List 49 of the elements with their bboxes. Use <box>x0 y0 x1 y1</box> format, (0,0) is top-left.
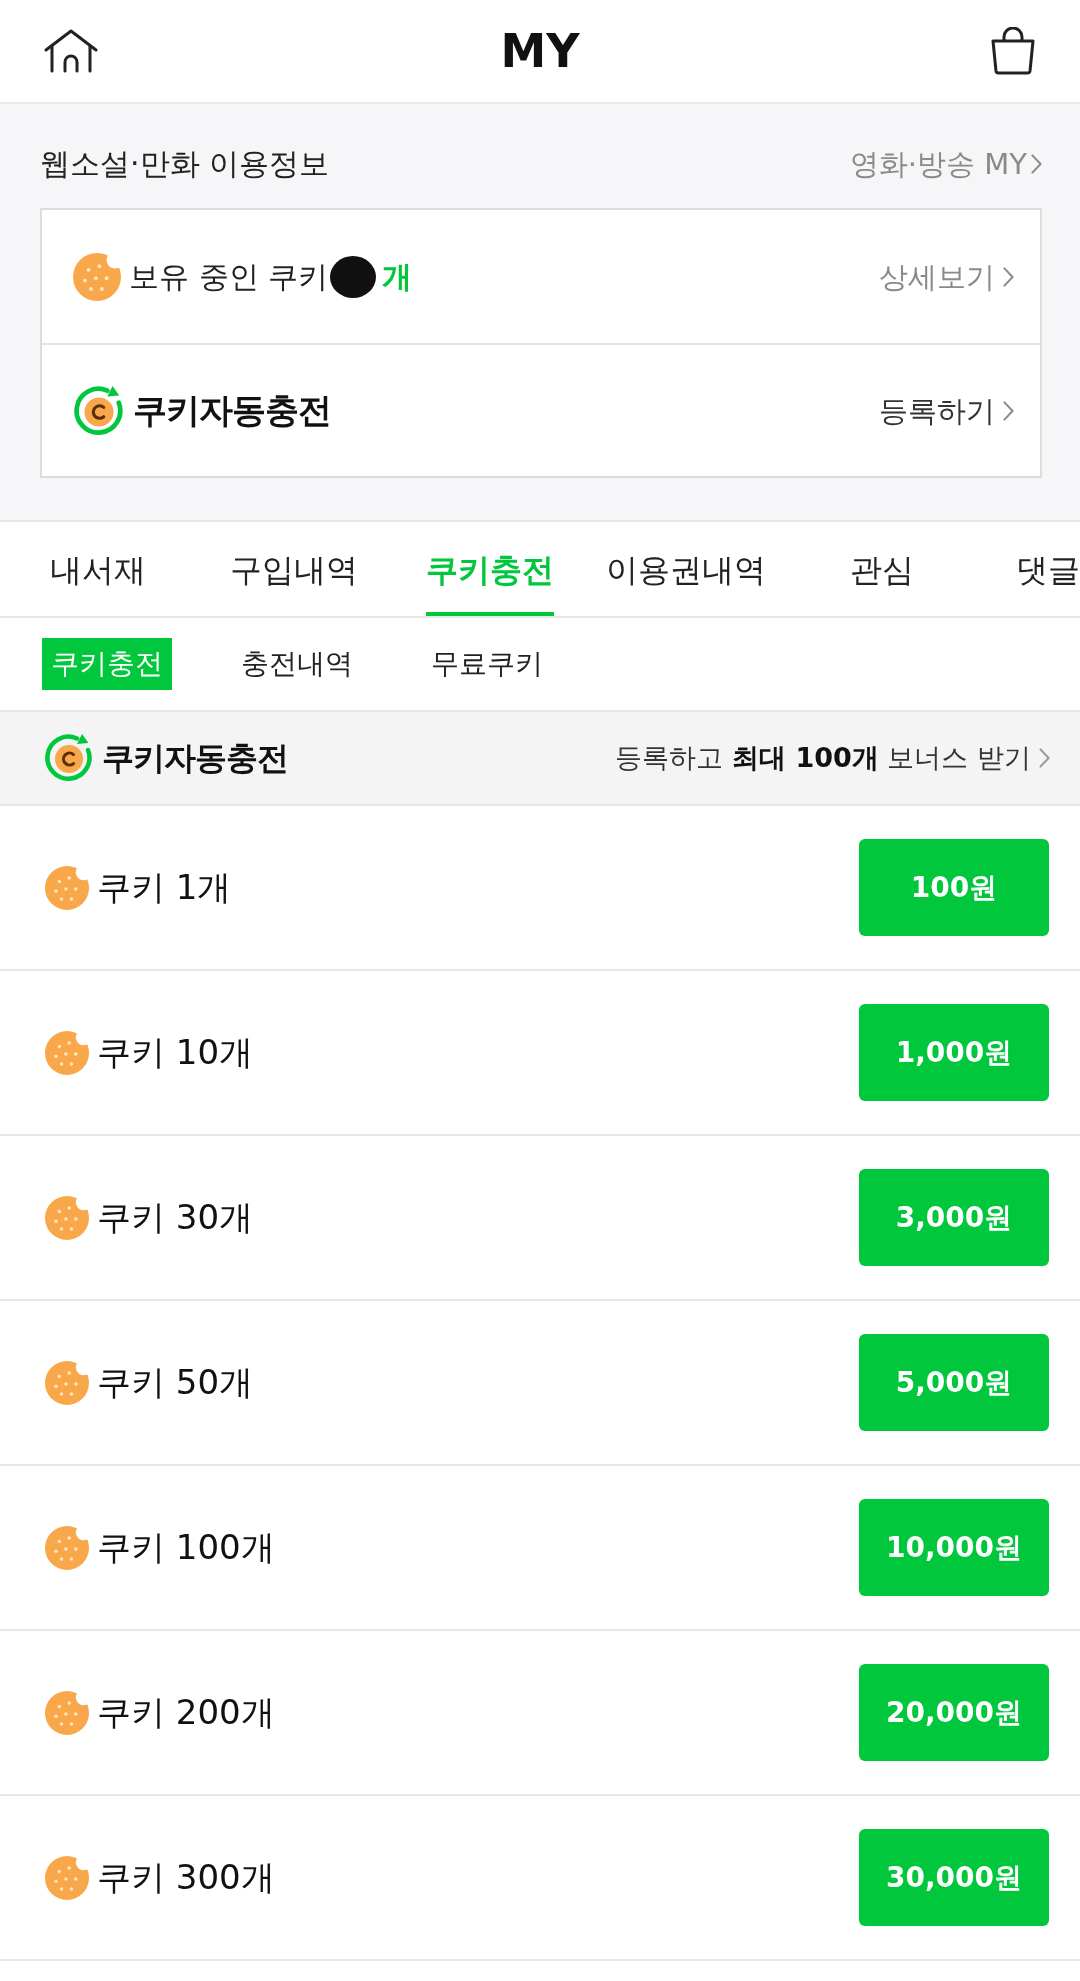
cookie-icon <box>45 1525 89 1570</box>
product-name: 쿠키 10개 <box>97 1031 254 1074</box>
tab[interactable]: 쿠키충전 <box>426 522 554 616</box>
cookie-balance-label: 보유 중인 쿠키 <box>129 258 329 296</box>
auto-charge-logo-icon <box>44 733 94 783</box>
product-name: 쿠키 300개 <box>97 1856 275 1899</box>
product-name: 쿠키 30개 <box>97 1196 254 1239</box>
product-name: 쿠키 1개 <box>97 866 232 909</box>
tab[interactable]: 이용권내역 <box>606 522 766 616</box>
price-button[interactable]: 20,000원 <box>859 1664 1049 1761</box>
product-name: 쿠키 200개 <box>97 1691 275 1734</box>
product-name: 쿠키 100개 <box>97 1526 275 1569</box>
sub-tab[interactable]: 충전내역 <box>232 638 362 690</box>
tab[interactable]: 내서재 <box>50 522 146 616</box>
auto-charge-title: 쿠키자동충전 <box>102 738 288 779</box>
chevron-right-icon <box>1039 748 1050 768</box>
chevron-right-icon <box>1003 400 1014 421</box>
bonus-register-link[interactable]: 등록하고 최대 100개 보너스 받기 <box>615 737 1050 779</box>
product-name: 쿠키 50개 <box>97 1361 254 1404</box>
price-button[interactable]: 10,000원 <box>859 1499 1049 1596</box>
auto-charge-logo-icon <box>73 384 125 437</box>
price-button[interactable]: 1,000원 <box>859 1004 1049 1101</box>
cookie-count-unit: 개 <box>382 258 413 296</box>
price-button[interactable]: 3,000원 <box>859 1169 1049 1266</box>
home-icon[interactable] <box>44 29 98 73</box>
sub-tab[interactable]: 무료쿠키 <box>422 638 552 690</box>
price-button[interactable]: 100원 <box>859 839 1049 936</box>
cookie-icon <box>45 865 89 910</box>
auto-charge-title: 쿠키자동충전 <box>133 389 331 432</box>
price-button[interactable]: 5,000원 <box>859 1334 1049 1431</box>
chevron-right-icon <box>1031 154 1042 174</box>
cookie-icon <box>45 1195 89 1240</box>
page-title: MY <box>500 28 580 74</box>
cookie-icon <box>45 1690 89 1735</box>
details-link[interactable]: 상세보기 <box>879 256 1014 297</box>
shopping-bag-icon[interactable] <box>990 27 1036 75</box>
chevron-right-icon <box>1003 266 1014 287</box>
section-title: 웹소설·만화 이용정보 <box>40 145 330 183</box>
register-link[interactable]: 등록하기 <box>879 390 1014 431</box>
tab[interactable]: 관심 <box>850 522 914 616</box>
price-button[interactable]: 30,000원 <box>859 1829 1049 1926</box>
cookie-icon <box>45 1030 89 1075</box>
tab[interactable]: 댓글 <box>1016 522 1080 616</box>
cookie-icon <box>73 252 121 301</box>
cookie-icon <box>45 1855 89 1900</box>
sub-tab[interactable]: 쿠키충전 <box>42 638 172 690</box>
cookie-icon <box>45 1360 89 1405</box>
tab[interactable]: 구입내역 <box>230 522 358 616</box>
movie-tv-my-link[interactable]: 영화·방송 MY <box>849 144 1042 184</box>
